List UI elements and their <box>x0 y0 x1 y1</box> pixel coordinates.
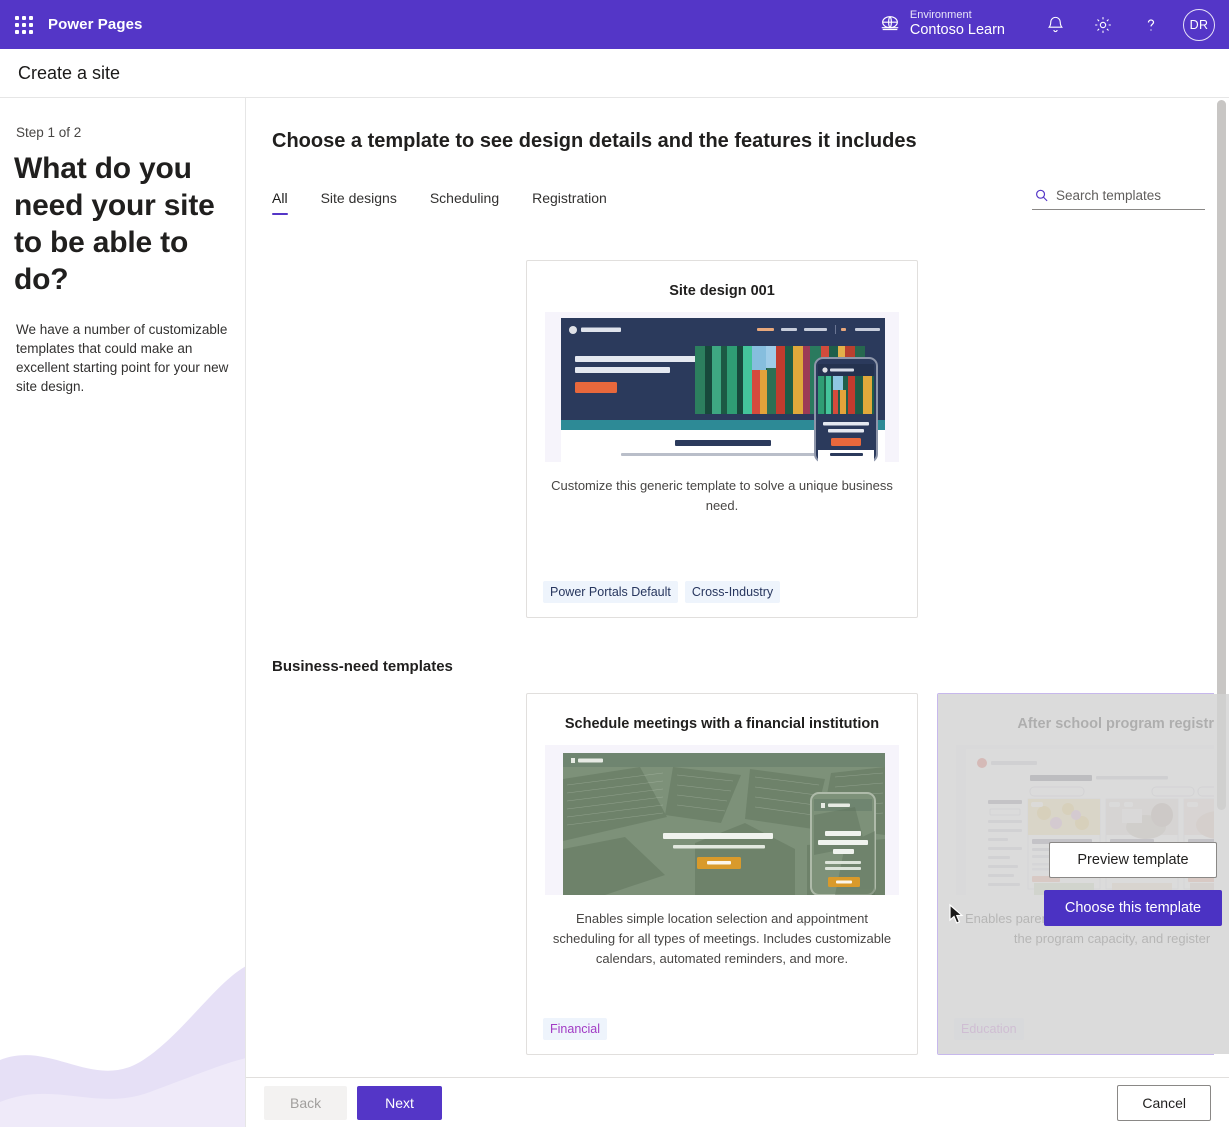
environment-selector[interactable]: Environment Contoso Learn <box>879 9 1031 39</box>
card-preview-image <box>545 312 899 462</box>
globe-icon <box>879 13 901 35</box>
card-hover-actions: Preview template Choose this template <box>938 842 1229 926</box>
card-title: Site design 001 <box>669 283 775 299</box>
choose-this-template-button[interactable]: Choose this template <box>1043 890 1223 926</box>
environment-name: Contoso Learn <box>909 22 1005 39</box>
bell-icon[interactable] <box>1031 0 1079 49</box>
template-card-site-design-001[interactable]: Site design 001 Customize this generic t… <box>526 260 918 618</box>
card-description: Enables simple location selection and ap… <box>552 911 892 966</box>
wizard-heading: What do you need your site to be able to… <box>14 152 215 296</box>
cancel-button[interactable]: Cancel <box>1117 1084 1211 1121</box>
business-need-section-heading: Business-need templates <box>272 658 453 675</box>
search-input[interactable] <box>1056 188 1203 203</box>
tag-financial[interactable]: Financial <box>543 1018 608 1040</box>
search-icon <box>1034 188 1049 203</box>
next-button[interactable]: Next <box>357 1085 442 1120</box>
step-indicator: Step 1 of 2 <box>16 125 82 140</box>
decorative-wave-graphic <box>0 952 245 1127</box>
tab-site-designs[interactable]: Site designs <box>321 186 397 215</box>
search-templates-box[interactable] <box>1032 186 1205 210</box>
card-title: Schedule meetings with a financial insti… <box>564 716 880 732</box>
environment-label: Environment <box>909 9 972 22</box>
back-button[interactable]: Back <box>264 1085 348 1120</box>
top-navigation-bar: Power Pages Environment Contoso Learn DR <box>0 0 1229 49</box>
app-launcher-icon[interactable] <box>0 0 48 49</box>
card-tag-list: Power Portals Default Cross-Industry <box>543 581 781 603</box>
template-card-schedule-meetings-financial[interactable]: Schedule meetings with a financial insti… <box>526 693 918 1055</box>
create-site-wizard: Power Pages Environment Contoso Learn DR… <box>0 0 1229 1127</box>
card-preview-image <box>545 745 899 895</box>
template-card-after-school-registration[interactable]: After school program registration <box>937 693 1229 1055</box>
page-title-bar: Create a site <box>0 49 1229 98</box>
question-mark-icon[interactable] <box>1127 0 1175 49</box>
wizard-left-pane: Step 1 of 2 What do you need your site t… <box>0 98 246 1127</box>
gear-icon[interactable] <box>1079 0 1127 49</box>
tab-scheduling[interactable]: Scheduling <box>430 186 499 215</box>
card-description: Customize this generic template to solve… <box>551 478 893 513</box>
tab-registration[interactable]: Registration <box>532 186 607 215</box>
template-filter-tabs: All Site designs Scheduling Registration <box>272 186 640 215</box>
page-title: Create a site <box>18 62 121 83</box>
tag-power-portals-default[interactable]: Power Portals Default <box>543 581 678 603</box>
template-gallery-pane: Choose a template to see design details … <box>246 98 1229 1077</box>
wizard-description: We have a number of customizable templat… <box>16 322 229 394</box>
tag-cross-industry[interactable]: Cross-Industry <box>684 581 781 603</box>
wizard-footer: Back Next Cancel <box>246 1077 1229 1127</box>
gallery-heading: Choose a template to see design details … <box>272 130 917 152</box>
tab-all[interactable]: All <box>272 186 288 215</box>
card-tag-list: Financial <box>543 1018 608 1040</box>
brand-title[interactable]: Power Pages <box>48 16 142 33</box>
avatar[interactable]: DR <box>1183 8 1215 41</box>
topbar-right-cluster: Environment Contoso Learn DR <box>879 0 1229 49</box>
preview-template-button[interactable]: Preview template <box>1049 842 1217 878</box>
